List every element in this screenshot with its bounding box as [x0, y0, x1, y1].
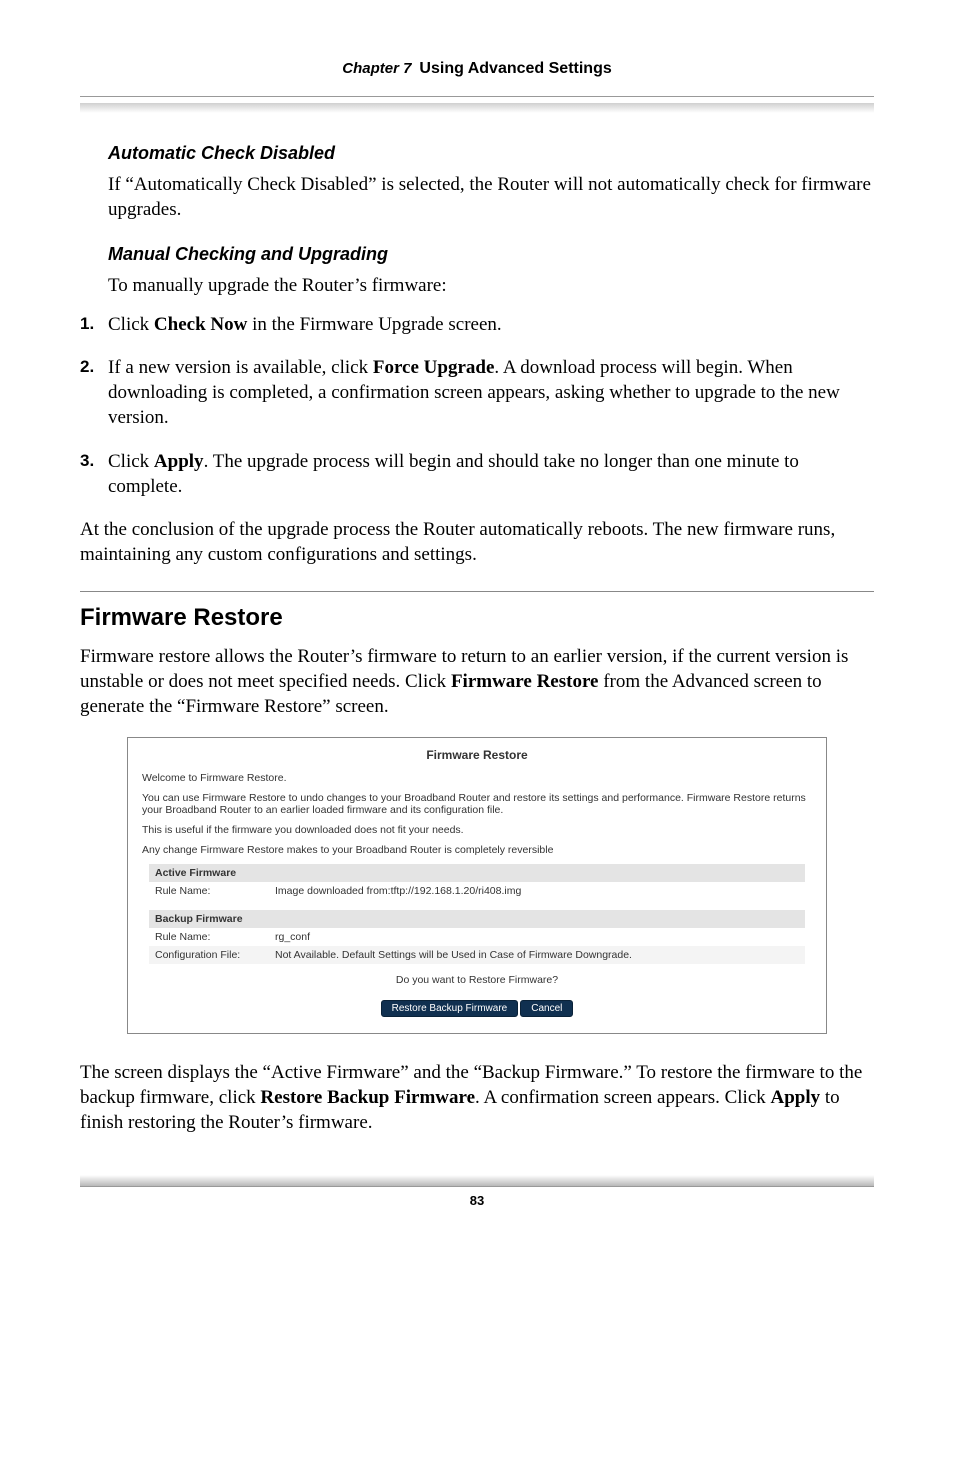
- rule-name-label: Rule Name:: [149, 928, 269, 946]
- rule-name-label: Rule Name:: [149, 882, 269, 900]
- active-rule-value: Image downloaded from:tftp://192.168.1.2…: [269, 882, 805, 900]
- page-footer: 83: [80, 1175, 874, 1208]
- para-manual-intro: To manually upgrade the Router’s firmwar…: [108, 273, 874, 298]
- step-2: If a new version is available, click For…: [80, 355, 874, 430]
- config-file-value: Not Available. Default Settings will be …: [269, 946, 805, 964]
- heading-auto-check: Automatic Check Disabled: [108, 143, 874, 164]
- backup-rule-value: rg_conf: [269, 928, 805, 946]
- dialog-description: You can use Firmware Restore to undo cha…: [142, 792, 812, 816]
- restore-backup-button[interactable]: Restore Backup Firmware: [381, 1000, 519, 1017]
- confirm-question: Do you want to Restore Firmware?: [142, 974, 812, 986]
- dialog-title: Firmware Restore: [142, 748, 812, 762]
- config-file-label: Configuration File:: [149, 946, 269, 964]
- active-firmware-table: Active Firmware Rule Name:Image download…: [149, 864, 805, 900]
- dialog-reversible: Any change Firmware Restore makes to you…: [142, 844, 812, 856]
- para-restore-outro: The screen displays the “Active Firmware…: [80, 1060, 874, 1135]
- step-1: Click Check Now in the Firmware Upgrade …: [80, 312, 874, 337]
- section-divider: [80, 591, 874, 592]
- backup-firmware-header: Backup Firmware: [149, 910, 805, 928]
- heading-manual-upgrade: Manual Checking and Upgrading: [108, 244, 874, 265]
- para-conclusion: At the conclusion of the upgrade process…: [80, 517, 874, 567]
- steps-list: Click Check Now in the Firmware Upgrade …: [80, 312, 874, 498]
- dialog-welcome: Welcome to Firmware Restore.: [142, 772, 812, 784]
- firmware-restore-dialog: Firmware Restore Welcome to Firmware Res…: [127, 737, 827, 1034]
- page-number: 83: [80, 1187, 874, 1208]
- heading-firmware-restore: Firmware Restore: [80, 604, 874, 632]
- para-restore-intro: Firmware restore allows the Router’s fir…: [80, 644, 874, 719]
- chapter-label: Chapter 7: [342, 60, 411, 77]
- chapter-title: Using Advanced Settings: [419, 60, 611, 77]
- step-3: Click Apply. The upgrade process will be…: [80, 449, 874, 499]
- cancel-button[interactable]: Cancel: [520, 1000, 573, 1017]
- para-auto-check: If “Automatically Check Disabled” is sel…: [108, 172, 874, 222]
- backup-firmware-table: Backup Firmware Rule Name:rg_conf Config…: [149, 910, 805, 964]
- page-header: Chapter 7 Using Advanced Settings: [80, 60, 874, 97]
- active-firmware-header: Active Firmware: [149, 864, 805, 882]
- header-divider: [80, 103, 874, 113]
- dialog-useful: This is useful if the firmware you downl…: [142, 824, 812, 836]
- footer-divider: [80, 1175, 874, 1187]
